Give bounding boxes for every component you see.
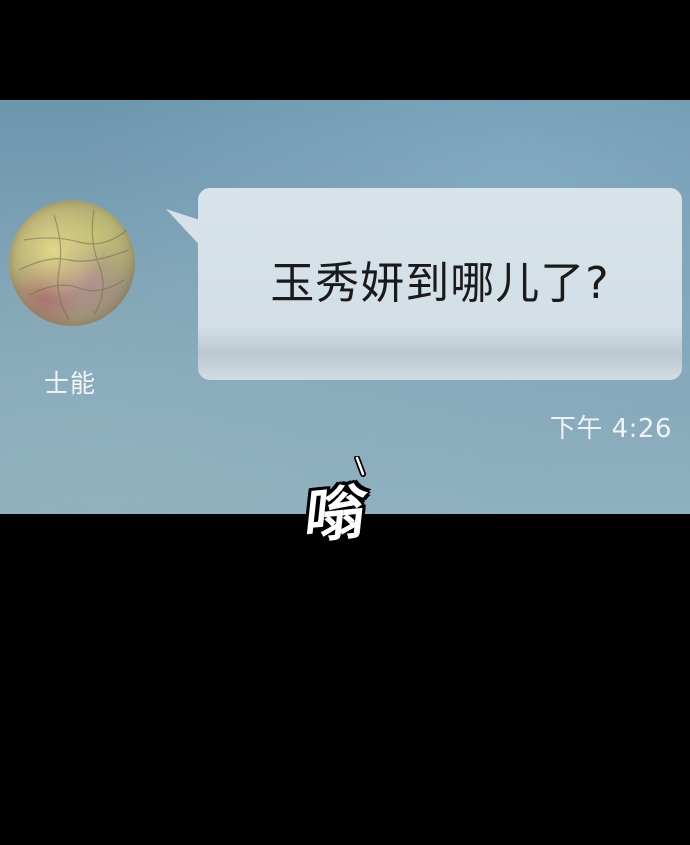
sender-name: 士能 (43, 369, 96, 398)
message-text: 玉秀妍到哪儿了? (270, 258, 610, 309)
message-bubble[interactable]: 玉秀妍到哪儿了? (198, 188, 682, 380)
sound-effect-text: 嗡 (301, 477, 370, 553)
phone-chat-screen: 士能 玉秀妍到哪儿了? 下午 4:26 (0, 100, 690, 514)
message-timestamp: 下午 4:26 (549, 414, 672, 444)
avatar[interactable] (9, 200, 135, 326)
sound-effect: 嗡 (296, 456, 376, 553)
comic-panel: 士能 玉秀妍到哪儿了? 下午 4:26 嗡 (0, 0, 690, 845)
avatar-photo-icon (18, 209, 130, 321)
